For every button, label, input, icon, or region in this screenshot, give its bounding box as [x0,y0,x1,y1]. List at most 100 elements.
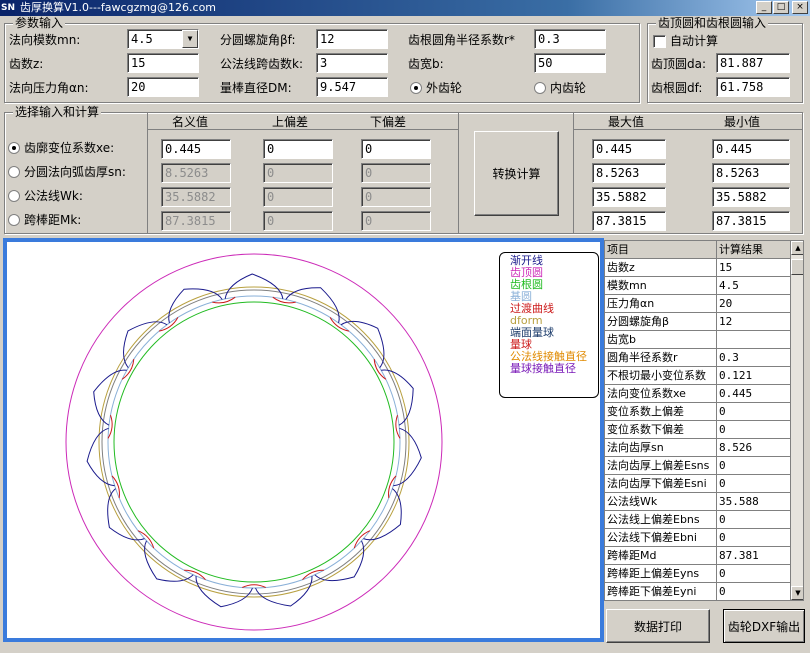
mk-min-output[interactable]: 87.3815 [712,211,790,231]
grid-cell-value[interactable]: 15 [717,259,791,277]
app-icon[interactable]: SN [1,1,15,15]
grid-cell-item[interactable]: 不根切最小变位系数 [605,367,717,385]
grid-cell-value[interactable]: 20 [717,295,791,313]
external-gear-radio[interactable] [410,82,422,94]
grid-cell-value[interactable]: 0.445 [717,385,791,403]
auto-calc-checkbox[interactable] [653,35,666,48]
table-row[interactable]: 齿宽b [605,331,791,349]
grid-cell-item[interactable]: 分圆螺旋角β [605,313,717,331]
grid-cell-value[interactable]: 0 [717,421,791,439]
mk-upper-input[interactable]: 0 [263,211,333,231]
close-button[interactable]: × [792,1,808,14]
print-button[interactable]: 数据打印 [606,609,710,643]
grid-cell-item[interactable]: 齿数z [605,259,717,277]
gear-canvas[interactable]: 渐开线 齿顶圆 齿根圆 基圆 过渡曲线 dform 端面量球 量球 公法线接触直… [3,238,604,642]
df-input[interactable]: 61.758 [716,77,790,97]
minimize-button[interactable]: _ [756,1,772,14]
wk-upper-input[interactable]: 0 [263,187,333,207]
grid-cell-item[interactable]: 公法线Wk [605,493,717,511]
grid-cell-item[interactable]: 跨棒距Md [605,547,717,565]
table-row[interactable]: 压力角αn 20 [605,295,791,313]
grid-cell-value[interactable]: 0 [717,583,791,600]
table-row[interactable]: 公法线下偏差Ebni 0 [605,529,791,547]
table-row[interactable]: 公法线Wk 35.588 [605,493,791,511]
grid-cell-item[interactable]: 变位系数下偏差 [605,421,717,439]
wk-nominal-input[interactable]: 35.5882 [161,187,231,207]
grid-cell-item[interactable]: 法向齿厚上偏差Esns [605,457,717,475]
table-row[interactable]: 模数mn 4.5 [605,277,791,295]
table-row[interactable]: 变位系数下偏差 0 [605,421,791,439]
chevron-down-icon[interactable]: ▼ [182,30,198,48]
grid-cell-value[interactable]: 4.5 [717,277,791,295]
table-row[interactable]: 不根切最小变位系数 0.121 [605,367,791,385]
grid-cell-value[interactable]: 35.588 [717,493,791,511]
grid-header-value[interactable]: 计算结果 [717,241,791,259]
grid-cell-item[interactable]: 压力角αn [605,295,717,313]
table-row[interactable]: 跨棒距Md 87.381 [605,547,791,565]
grid-cell-item[interactable]: 跨棒距上偏差Eyns [605,565,717,583]
xe-lower-input[interactable]: 0 [361,139,431,159]
grid-cell-item[interactable]: 法向齿厚下偏差Esni [605,475,717,493]
grid-cell-value[interactable]: 0 [717,565,791,583]
sn-nominal-input[interactable]: 8.5263 [161,163,231,183]
table-row[interactable]: 法向齿厚下偏差Esni 0 [605,475,791,493]
grid-cell-value[interactable]: 87.381 [717,547,791,565]
grid-cell-value[interactable]: 0.3 [717,349,791,367]
grid-cell-value[interactable]: 8.526 [717,439,791,457]
grid-cell-item[interactable]: 模数mn [605,277,717,295]
grid-cell-value[interactable]: 0 [717,457,791,475]
table-row[interactable]: 公法线上偏差Ebns 0 [605,511,791,529]
mk-nominal-input[interactable]: 87.3815 [161,211,231,231]
z-input[interactable]: 15 [127,53,199,73]
grid-cell-value[interactable]: 0 [717,511,791,529]
wk-lower-input[interactable]: 0 [361,187,431,207]
mn-combobox[interactable]: 4.5 ▼ [127,29,199,49]
table-row[interactable]: 跨棒距下偏差Eyni 0 [605,583,791,600]
xe-nominal-input[interactable]: 0.445 [161,139,231,159]
grid-header-item[interactable]: 项目 [605,241,717,259]
xe-min-output[interactable]: 0.445 [712,139,790,159]
title-bar[interactable]: SN 齿厚换算V1.0---fawcgzmg@126.com _ □ × [0,0,810,16]
sn-radio[interactable] [8,166,20,178]
maximize-button[interactable]: □ [773,1,789,14]
mk-max-output[interactable]: 87.3815 [592,211,666,231]
wk-radio[interactable] [8,190,20,202]
table-row[interactable]: 圆角半径系数r 0.3 [605,349,791,367]
table-row[interactable]: 齿数z 15 [605,259,791,277]
dxf-export-button[interactable]: 齿轮DXF输出 [723,609,805,643]
table-row[interactable]: 跨棒距上偏差Eyns 0 [605,565,791,583]
sn-max-output[interactable]: 8.5263 [592,163,666,183]
table-row[interactable]: 法向变位系数xe 0.445 [605,385,791,403]
table-row[interactable]: 法向齿厚sn 8.526 [605,439,791,457]
grid-scrollbar[interactable]: ▲ ▼ [791,241,803,600]
grid-cell-value[interactable] [717,331,791,349]
sn-lower-input[interactable]: 0 [361,163,431,183]
scroll-up-icon[interactable]: ▲ [791,241,803,255]
da-input[interactable]: 81.887 [716,53,790,73]
mk-radio[interactable] [8,214,20,226]
scroll-thumb[interactable] [791,259,803,275]
an-input[interactable]: 20 [127,77,199,97]
table-row[interactable]: 分圆螺旋角β 12 [605,313,791,331]
grid-cell-item[interactable]: 跨棒距下偏差Eyni [605,583,717,600]
scroll-down-icon[interactable]: ▼ [791,586,803,600]
beta-input[interactable]: 12 [316,29,388,49]
grid-cell-value[interactable]: 0 [717,529,791,547]
wk-min-output[interactable]: 35.5882 [712,187,790,207]
grid-cell-item[interactable]: 法向齿厚sn [605,439,717,457]
sn-upper-input[interactable]: 0 [263,163,333,183]
k-input[interactable]: 3 [316,53,388,73]
grid-cell-item[interactable]: 公法线上偏差Ebns [605,511,717,529]
grid-cell-value[interactable]: 0.121 [717,367,791,385]
wk-max-output[interactable]: 35.5882 [592,187,666,207]
grid-cell-item[interactable]: 圆角半径系数r [605,349,717,367]
grid-cell-item[interactable]: 变位系数上偏差 [605,403,717,421]
grid-cell-value[interactable]: 0 [717,475,791,493]
grid-cell-value[interactable]: 12 [717,313,791,331]
internal-gear-radio[interactable] [534,82,546,94]
table-row[interactable]: 法向齿厚上偏差Esns 0 [605,457,791,475]
grid-cell-item[interactable]: 齿宽b [605,331,717,349]
xe-upper-input[interactable]: 0 [263,139,333,159]
grid-cell-item[interactable]: 法向变位系数xe [605,385,717,403]
grid-cell-item[interactable]: 公法线下偏差Ebni [605,529,717,547]
